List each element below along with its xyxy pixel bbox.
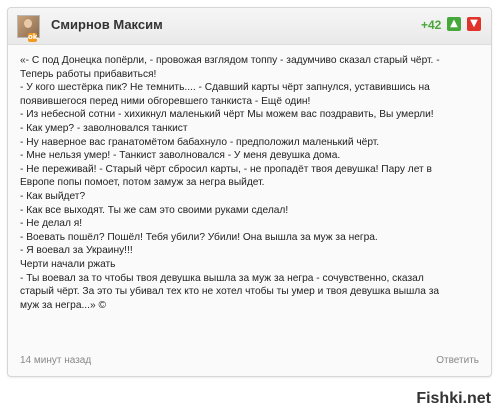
comment-line: - Как выйдет? [20, 190, 86, 202]
odnoklassniki-icon: ok [28, 33, 38, 42]
site-watermark: Fishki.net [416, 390, 491, 407]
comment-line: появившегося перед ними обгоревшего танк… [20, 95, 311, 107]
comment-line: Теперь работы прибавиться! [20, 68, 157, 80]
avatar-face [24, 19, 32, 28]
comment-line: Черти начали ржать [20, 258, 116, 270]
comment-line: Европе попы помоет, потом замуж за негра… [20, 177, 265, 189]
comment-line: - Из небесной сотни - хихикнул маленький… [20, 109, 434, 121]
comment-line: - Воевать пошёл? Пошёл! Тебя убили? Убил… [20, 231, 378, 243]
comment-line: старый чёрт. За это ты убивал тех кто не… [20, 286, 440, 298]
reply-link[interactable]: Ответить [436, 355, 479, 366]
comment-line: - Ты воевал за то чтобы твоя девушка выш… [20, 272, 424, 284]
comment-line: - Не переживай! - Старый чёрт сбросил ка… [20, 163, 432, 175]
comment-score: +42 [421, 18, 442, 32]
comment-timestamp: 14 минут назад [20, 355, 92, 366]
avatar[interactable]: ok [17, 15, 40, 42]
comment-body: «- С под Донецка попёрли, - провожая взг… [20, 54, 480, 312]
comment-line: «- С под Донецка попёрли, - провожая взг… [20, 55, 440, 66]
comment-line: - Я воевал за Украину!!! [20, 245, 133, 257]
comment-line: - Мне нельзя умер! - Танкист заволновалс… [20, 150, 341, 162]
comment-line: - Как умер? - заволновался танкист [20, 122, 188, 134]
comment-line: - Ну наверное вас гранатомётом бабахнуло… [20, 136, 380, 148]
author-name[interactable]: Смирнов Максим [51, 17, 163, 32]
comment-line: - Как все выходят. Ты же сам это своими … [20, 204, 289, 216]
comment-header: ok Смирнов Максим +42 ▲ ▼ [8, 8, 491, 45]
comment-card: ok Смирнов Максим +42 ▲ ▼ «- С под Донец… [7, 7, 492, 377]
comment-line: муж за негра...» © [20, 299, 106, 311]
vote-up-icon[interactable]: ▲ [447, 17, 461, 31]
comment-line: - У кого шестёрка пик? Не темнить.... - … [20, 82, 430, 94]
vote-down-icon[interactable]: ▼ [467, 17, 481, 31]
comment-line: - Не делал я! [20, 218, 83, 230]
